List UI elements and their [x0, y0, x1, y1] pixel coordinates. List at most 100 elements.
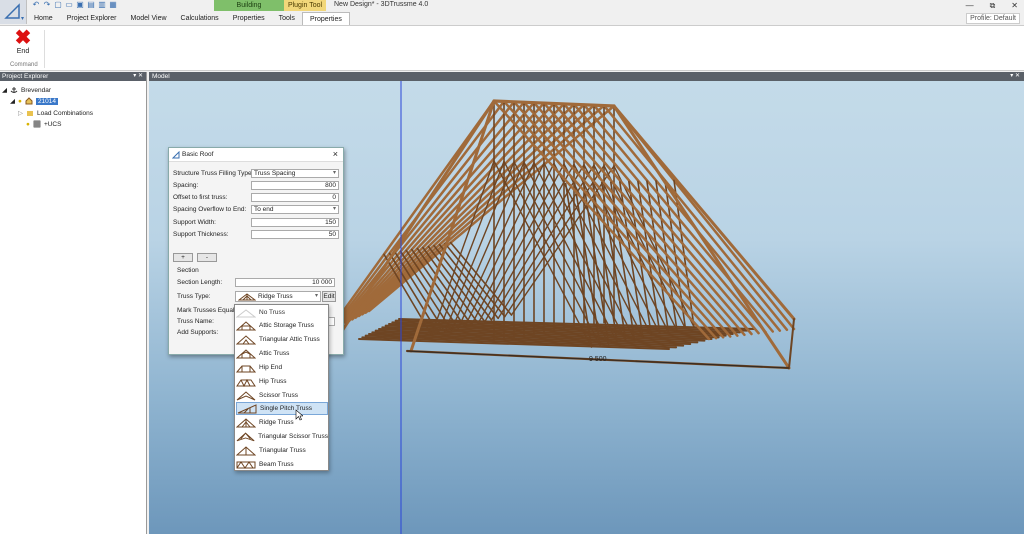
- tab-model-view[interactable]: Model View: [123, 12, 173, 25]
- app-logo-icon: [172, 151, 180, 159]
- spacing-input[interactable]: 800: [251, 181, 339, 190]
- undo-icon[interactable]: ↶: [32, 1, 40, 9]
- remove-section-button[interactable]: -: [197, 253, 217, 262]
- ridge-truss-icon: [236, 417, 256, 427]
- option-label: Hip Truss: [259, 378, 287, 385]
- folder-icon: [27, 111, 33, 116]
- spacing-overflow-select[interactable]: To end: [251, 205, 339, 214]
- section-length-input[interactable]: 10 000: [235, 278, 335, 287]
- profile-selector[interactable]: Profile: Default: [966, 13, 1020, 24]
- truss-option-triangular-attic[interactable]: Triangular Attic Truss: [236, 333, 328, 346]
- truss-member: [522, 101, 732, 338]
- offset-input[interactable]: 0: [251, 193, 339, 202]
- context-tab-building: Building: [214, 0, 284, 11]
- tab-properties-plugin[interactable]: Properties: [301, 12, 350, 25]
- save-icon[interactable]: ▣: [76, 1, 84, 9]
- option-label: Single Pitch Truss: [260, 405, 313, 412]
- support-thickness-input[interactable]: 50: [251, 230, 339, 239]
- panel-pin-close-icon[interactable]: ▾ ✕: [133, 72, 143, 81]
- structure-filling-select[interactable]: Truss Spacing: [251, 169, 339, 178]
- truss-member: [512, 100, 725, 339]
- truss-option-attic-storage[interactable]: Attic Storage Truss: [236, 319, 328, 332]
- option-label: Beam Truss: [259, 461, 294, 468]
- close-x-icon: ✖: [14, 27, 32, 49]
- truss-option-triangular[interactable]: Triangular Truss: [236, 444, 328, 457]
- ribbon-group-label: Command: [10, 62, 38, 68]
- close-button[interactable]: ✕: [1011, 0, 1018, 11]
- tree-item-21014[interactable]: ◢ ● 21014: [10, 97, 59, 105]
- print-icon[interactable]: ▥: [98, 1, 106, 9]
- app-window: ↶ ↷ ▢ ▭ ▣ ▤ ▥ ▦ Building Plugin Tool New…: [0, 0, 1024, 534]
- open-icon[interactable]: ▭: [65, 1, 73, 9]
- tab-properties[interactable]: Properties: [226, 12, 272, 25]
- tree-item-ucs[interactable]: ● +UCS: [26, 120, 61, 128]
- new-icon[interactable]: ▢: [54, 1, 62, 9]
- triangular-scissor-truss-icon: [236, 431, 255, 441]
- application-menu-button[interactable]: ▾: [0, 0, 27, 24]
- field-label: Structure Truss Filling Type:: [173, 170, 254, 177]
- tab-tools[interactable]: Tools: [272, 12, 302, 25]
- panel-pin-close-icon[interactable]: ▾ ✕: [1010, 72, 1020, 81]
- svg-text:▾: ▾: [21, 16, 24, 22]
- close-icon[interactable]: ×: [333, 149, 338, 159]
- app-logo-icon: ▾: [4, 3, 24, 22]
- tree-item-brevendar[interactable]: ◢ Brevendar: [2, 86, 51, 95]
- option-label: Attic Storage Truss: [259, 322, 314, 329]
- beam-truss-icon: [236, 460, 256, 469]
- field-label: Truss Name:: [177, 318, 214, 325]
- truss-option-single-pitch[interactable]: Single Pitch Truss: [236, 402, 328, 415]
- triangular-attic-truss-icon: [236, 334, 256, 344]
- single-pitch-truss-icon: [237, 403, 257, 413]
- truss-type-select[interactable]: Ridge Truss: [235, 291, 321, 302]
- field-label: Spacing Overflow to End:: [173, 206, 247, 213]
- tree-item-load-combinations[interactable]: ▷ Load Combinations: [18, 109, 94, 118]
- tree-item-label: 21014: [35, 97, 59, 105]
- anchor-icon: [10, 87, 18, 93]
- hip-end-icon: [236, 365, 256, 372]
- triangular-truss-icon: [236, 445, 256, 455]
- title-bar: ↶ ↷ ▢ ▭ ▣ ▤ ▥ ▦ Building Plugin Tool New…: [0, 0, 1024, 12]
- field-label: Truss Type:: [177, 293, 211, 300]
- truss-option-beam[interactable]: Beam Truss: [236, 458, 328, 471]
- truss-member: [477, 163, 565, 325]
- attic-truss-icon: [236, 348, 256, 358]
- support-width-input[interactable]: 150: [251, 218, 339, 227]
- restore-button[interactable]: ⧉: [990, 0, 996, 11]
- roof-trusses: [327, 99, 796, 370]
- options-icon[interactable]: ▦: [109, 1, 117, 9]
- expand-arrow-icon[interactable]: ◢: [10, 97, 15, 105]
- truss-option-hip[interactable]: Hip Truss: [236, 375, 328, 388]
- window-title: New Design* - 3DTrussme 4.0: [334, 1, 429, 8]
- truss-option-ridge[interactable]: Ridge Truss: [236, 416, 328, 429]
- bulb-icon: ●: [26, 120, 30, 128]
- edit-truss-button[interactable]: Edit: [322, 291, 336, 302]
- tab-calculations[interactable]: Calculations: [174, 12, 226, 25]
- redo-icon[interactable]: ↷: [43, 1, 51, 9]
- attic-storage-truss-icon: [236, 320, 256, 330]
- mouse-cursor-icon: [295, 409, 303, 421]
- ribbon-divider: [44, 30, 45, 68]
- tree-item-label: +UCS: [43, 120, 62, 128]
- section-heading: Section: [177, 267, 199, 274]
- add-section-button[interactable]: +: [173, 253, 193, 262]
- tab-home[interactable]: Home: [27, 12, 60, 25]
- truss-option-triangular-scissor[interactable]: Triangular Scissor Truss: [236, 430, 328, 443]
- context-tab-plugin-tool: Plugin Tool: [284, 0, 326, 11]
- end-button-label: End: [16, 48, 30, 55]
- end-button[interactable]: ✖ End: [8, 28, 38, 58]
- minimize-button[interactable]: —: [966, 0, 974, 11]
- field-label: Add Supports:: [177, 329, 219, 336]
- truss-option-scissor[interactable]: Scissor Truss: [236, 389, 328, 402]
- expand-arrow-icon[interactable]: ▷: [18, 109, 23, 117]
- tree-item-label: Load Combinations: [37, 109, 94, 117]
- truss-option-hip-end[interactable]: Hip End: [236, 361, 328, 374]
- truss-option-no-truss[interactable]: No Truss: [236, 306, 328, 319]
- save-as-icon[interactable]: ▤: [87, 1, 95, 9]
- truss-option-attic[interactable]: Attic Truss: [236, 347, 328, 360]
- tab-project-explorer[interactable]: Project Explorer: [60, 12, 124, 25]
- field-label: Spacing:: [173, 182, 199, 189]
- truss-type-dropdown: No Truss Attic Storage Truss Triangular …: [234, 304, 329, 471]
- project-explorer-header: Project Explorer ▾ ✕: [0, 72, 146, 81]
- tree-item-label: Brevendar: [21, 86, 51, 94]
- expand-arrow-icon[interactable]: ◢: [2, 86, 7, 94]
